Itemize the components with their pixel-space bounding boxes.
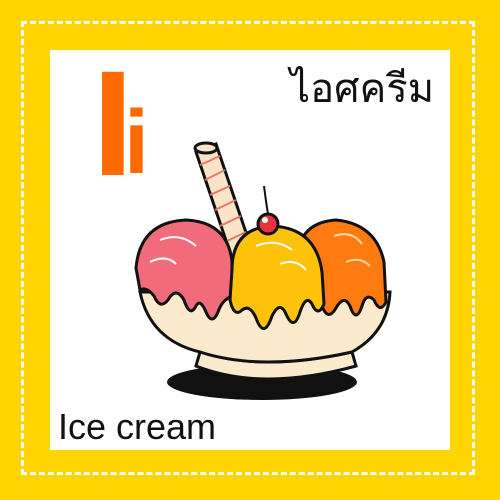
english-word: Ice cream bbox=[58, 406, 217, 447]
cherry bbox=[256, 185, 280, 236]
